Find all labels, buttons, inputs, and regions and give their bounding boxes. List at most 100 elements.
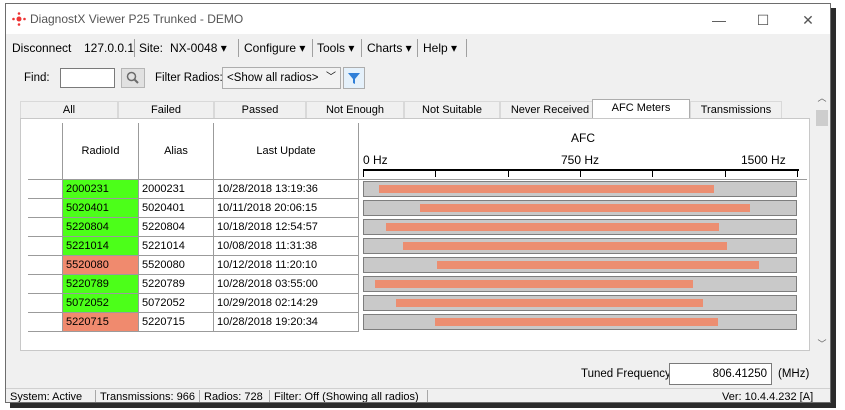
- table-row[interactable]: 5020401 5020401 10/11/2018 20:06:15: [28, 199, 805, 218]
- tab-passed[interactable]: Passed: [214, 101, 306, 118]
- last-update-cell: 10/18/2018 12:54:57: [214, 218, 359, 237]
- radioid-cell: 5020401: [63, 199, 139, 218]
- table-row[interactable]: 5220804 5220804 10/18/2018 12:54:57: [28, 218, 805, 237]
- afc-axis-tick: [652, 170, 653, 177]
- afc-meter: [363, 257, 797, 273]
- close-button[interactable]: ✕: [788, 8, 828, 32]
- filter-radios-select[interactable]: <Show all radios> ﹀: [222, 67, 341, 89]
- status-system: System: Active: [6, 390, 96, 402]
- table-row[interactable]: 2000231 2000231 10/28/2018 13:19:36: [28, 180, 805, 199]
- row-header-cell: [28, 256, 63, 275]
- row-header-cell: [28, 313, 63, 332]
- afc-meter: [363, 181, 797, 197]
- tools-menu[interactable]: Tools ▾: [317, 41, 354, 55]
- maximize-button[interactable]: ☐: [743, 8, 783, 32]
- tab-not-suitable[interactable]: Not Suitable: [404, 101, 500, 118]
- menu-separator: [417, 39, 418, 57]
- radioid-cell: 5072052: [63, 294, 139, 313]
- vertical-scrollbar[interactable]: ︿ ﹀: [814, 90, 830, 352]
- status-transmissions: Transmissions: 966: [96, 390, 200, 402]
- tab-not-enough[interactable]: Not Enough: [306, 101, 404, 118]
- scroll-up-arrow[interactable]: ︿: [814, 90, 830, 106]
- radioid-cell: 2000231: [63, 180, 139, 199]
- status-radios: Radios: 728: [200, 390, 270, 402]
- row-header-cell: [28, 275, 63, 294]
- find-input[interactable]: [60, 68, 115, 88]
- radioid-cell: 5221014: [63, 237, 139, 256]
- afc-meter: [363, 219, 797, 235]
- tuned-frequency-label: Tuned Frequency:: [581, 368, 674, 380]
- afc-meter-fill: [420, 204, 750, 212]
- minimize-button[interactable]: —: [699, 8, 739, 32]
- table-row[interactable]: 5520080 5520080 10/12/2018 11:20:10: [28, 256, 805, 275]
- row-header-cell: [28, 294, 63, 313]
- alias-cell: 5520080: [139, 256, 214, 275]
- afc-axis-tick: [580, 170, 581, 177]
- afc-meters-panel: RadioId Alias Last Update AFC 0 Hz 750 H…: [20, 118, 810, 351]
- scroll-down-arrow[interactable]: ﹀: [814, 336, 830, 352]
- last-update-cell: 10/29/2018 02:14:29: [214, 294, 359, 313]
- table-row[interactable]: 5072052 5072052 10/29/2018 02:14:29: [28, 294, 805, 313]
- window-title: DiagnostX Viewer P25 Trunked - DEMO: [30, 12, 244, 26]
- row-header-cell: [28, 199, 63, 218]
- scroll-thumb[interactable]: [816, 110, 828, 126]
- tuned-frequency-unit: (MHz): [778, 368, 810, 380]
- alias-cell: 5220789: [139, 275, 214, 294]
- afc-meter: [363, 238, 797, 254]
- title-bar[interactable]: DiagnostX Viewer P25 Trunked - DEMO — ☐ …: [6, 4, 830, 34]
- afc-axis-tick: [797, 170, 798, 177]
- afc-axis-tick: [725, 170, 726, 177]
- tab-all[interactable]: All: [20, 101, 118, 118]
- filter-radios-label: Filter Radios:: [155, 72, 223, 84]
- tuned-frequency-field[interactable]: 806.41250: [669, 363, 772, 385]
- menu-separator: [134, 39, 135, 57]
- tab-transmissions[interactable]: Transmissions: [690, 101, 782, 118]
- menu-separator: [238, 39, 239, 57]
- afc-meter-fill: [435, 318, 718, 326]
- column-header-radioid[interactable]: RadioId: [63, 123, 139, 180]
- alias-cell: 5020401: [139, 199, 214, 218]
- funnel-icon: [348, 73, 360, 84]
- afc-axis-mid-label: 750 Hz: [561, 153, 600, 167]
- menu-separator: [312, 39, 313, 57]
- charts-menu[interactable]: Charts ▾: [367, 41, 412, 55]
- configure-menu[interactable]: Configure ▾: [244, 41, 305, 55]
- afc-axis-tick: [363, 170, 364, 177]
- afc-meter-fill: [379, 185, 714, 193]
- site-dropdown[interactable]: NX-0048 ▾: [170, 41, 227, 55]
- app-window: DiagnostX Viewer P25 Trunked - DEMO — ☐ …: [5, 3, 831, 403]
- afc-meter-fill: [386, 223, 719, 231]
- afc-axis-tick: [435, 170, 436, 177]
- radioid-cell: 5520080: [63, 256, 139, 275]
- help-menu[interactable]: Help ▾: [423, 41, 457, 55]
- afc-meter: [363, 295, 797, 311]
- last-update-cell: 10/28/2018 13:19:36: [214, 180, 359, 199]
- afc-meter-fill: [437, 261, 759, 269]
- last-update-cell: 10/11/2018 20:06:15: [214, 199, 359, 218]
- tab-failed[interactable]: Failed: [118, 101, 214, 118]
- radioid-cell: 5220804: [63, 218, 139, 237]
- afc-meter-fill: [396, 299, 703, 307]
- disconnect-menu[interactable]: Disconnect: [12, 41, 71, 55]
- table-row[interactable]: 5220789 5220789 10/28/2018 03:55:00: [28, 275, 805, 294]
- afc-meter-fill: [375, 280, 693, 288]
- column-header-label: Alias: [164, 145, 188, 157]
- radioid-cell: 5220715: [63, 313, 139, 332]
- apply-filter-button[interactable]: [343, 67, 365, 89]
- search-button[interactable]: [121, 68, 145, 88]
- table-row[interactable]: 5221014 5221014 10/08/2018 11:31:38: [28, 237, 805, 256]
- column-header-last-update[interactable]: Last Update: [214, 123, 359, 180]
- row-header-cell: [28, 237, 63, 256]
- row-header-cell: [28, 180, 63, 199]
- chevron-down-icon: ﹀: [326, 72, 336, 83]
- column-header-label: Last Update: [256, 145, 316, 157]
- search-icon: [126, 71, 139, 84]
- column-header-alias[interactable]: Alias: [139, 123, 214, 180]
- table-row[interactable]: 5220715 5220715 10/28/2018 19:20:34: [28, 313, 805, 332]
- tab-afc-meters[interactable]: AFC Meters: [592, 99, 690, 119]
- app-logo-icon: [12, 12, 26, 26]
- afc-column-title: AFC: [571, 131, 595, 145]
- menu-bar: Disconnect 127.0.0.1 Site: NX-0048 ▾ Con…: [6, 37, 830, 59]
- column-header-afc[interactable]: AFC: [359, 123, 807, 180]
- tab-never-received[interactable]: Never Received: [500, 101, 600, 118]
